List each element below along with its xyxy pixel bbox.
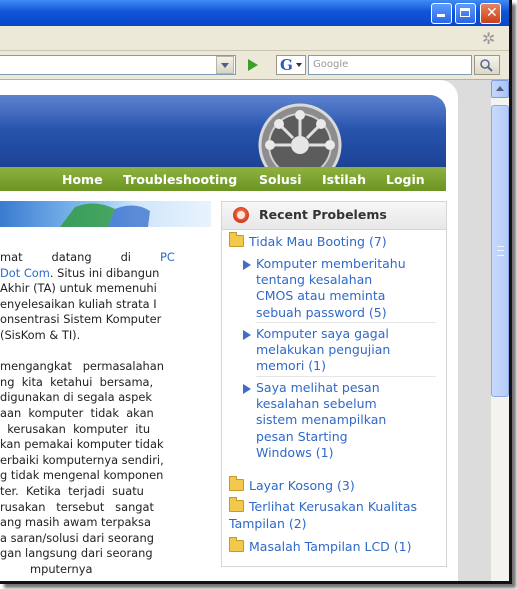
article-line: gan langsung dari seorang	[0, 546, 153, 561]
article-line: digunakan di segala aspek	[0, 390, 152, 405]
folder-icon	[229, 497, 244, 512]
minimize-icon	[437, 14, 445, 17]
vertical-scrollbar[interactable]	[491, 80, 509, 581]
article-line: Dot Com. Situs ini dibangun	[0, 265, 160, 280]
throbber-icon: ✲	[482, 29, 496, 48]
article-line: mat datang di PC	[0, 250, 175, 264]
article-line: onsentrasi Sistem Komputer	[0, 312, 162, 327]
nav-troubleshooting[interactable]: Troubleshooting	[123, 172, 237, 187]
article-line: ang masih awam terpaksa	[0, 515, 151, 530]
nav-istilah[interactable]: Istilah	[322, 172, 366, 187]
site-link[interactable]: Dot Com	[0, 266, 50, 280]
problem-link[interactable]: Komputer saya gagal melakukan pengujian …	[243, 326, 390, 375]
site-link[interactable]: PC	[160, 250, 175, 264]
browser-window: ✕ ✲ G Google Home Troubleshooting Solusi…	[0, 0, 512, 584]
welcome-header-image	[0, 201, 211, 227]
article-line: ng kita ketahui bersama,	[0, 374, 154, 389]
article-line: mengangkat permasalahan	[0, 359, 164, 374]
problem-link[interactable]: Saya melihat pesan kesalahan sebelum sis…	[243, 380, 386, 461]
article-line: rusakan tersebut sangat	[0, 499, 154, 514]
search-button[interactable]	[474, 55, 500, 75]
address-dropdown-button[interactable]	[216, 56, 234, 74]
article-line: erbaiki komputernya sendiri,	[0, 452, 164, 467]
go-button[interactable]	[241, 55, 265, 75]
category-link[interactable]: Masalah Tampilan LCD (1)	[229, 537, 411, 554]
article-line: mputernya	[30, 561, 93, 576]
maximize-button[interactable]	[455, 3, 476, 24]
folder-icon	[229, 232, 244, 247]
article-line: enyelesaikan kuliah strata I	[0, 296, 157, 311]
category-link[interactable]: Terlihat Kerusakan Kualitas Tampilan (2)	[229, 497, 417, 532]
university-logo	[258, 103, 342, 167]
welcome-article: mat datang di PC Dot Com. Situs ini diba…	[0, 250, 212, 577]
maximize-icon	[460, 8, 470, 17]
arrow-right-icon	[243, 384, 251, 394]
article-line: aan komputer tidak akan	[0, 405, 154, 420]
recent-problems-panel: Recent Probelems Tidak Mau Booting (7) K…	[221, 201, 447, 567]
windows-logo-graphic	[60, 203, 150, 227]
arrow-right-icon	[243, 330, 251, 340]
scroll-up-button[interactable]	[491, 80, 509, 98]
folder-icon	[229, 476, 244, 491]
article-line: a saran/solusi dari seorang	[0, 530, 154, 545]
menu-bar	[0, 26, 509, 51]
nav-solusi[interactable]: Solusi	[259, 172, 302, 187]
panel-title: Recent Probelems	[259, 207, 387, 222]
article-line: kerusakan komputer itu	[0, 421, 151, 436]
close-button[interactable]: ✕	[480, 3, 501, 24]
article-line: g tidak mengenal komponen	[0, 468, 164, 483]
arrow-right-icon	[243, 260, 251, 270]
article-line: (SisKom & TI).	[0, 327, 81, 342]
scrollbar-thumb[interactable]	[491, 105, 509, 397]
close-icon: ✕	[486, 5, 498, 21]
article-line: ter. Ketika terjadi suatu	[0, 483, 144, 498]
minimize-button[interactable]	[431, 3, 452, 24]
search-input[interactable]: Google	[308, 55, 472, 75]
recent-icon	[233, 207, 249, 223]
grip-icon	[497, 246, 504, 256]
chevron-down-icon	[296, 63, 302, 67]
address-input[interactable]	[0, 55, 236, 75]
panel-header: Recent Probelems	[222, 202, 446, 230]
category-link[interactable]: Tidak Mau Booting (7)	[229, 232, 387, 249]
google-logo-icon: G	[280, 56, 293, 74]
nav-home[interactable]: Home	[62, 172, 103, 187]
folder-icon	[229, 537, 244, 552]
problem-link[interactable]: Komputer memberitahu tentang kesalahan C…	[243, 256, 406, 321]
search-icon	[480, 59, 493, 72]
nav-login[interactable]: Login	[386, 172, 425, 187]
article-line: kan pemakai komputer tidak	[0, 437, 164, 452]
search-engine-selector[interactable]: G	[276, 55, 306, 75]
site-banner	[0, 95, 446, 167]
category-link[interactable]: Layar Kosong (3)	[229, 476, 355, 493]
article-line: Akhir (TA) untuk memenuhi	[0, 281, 157, 296]
